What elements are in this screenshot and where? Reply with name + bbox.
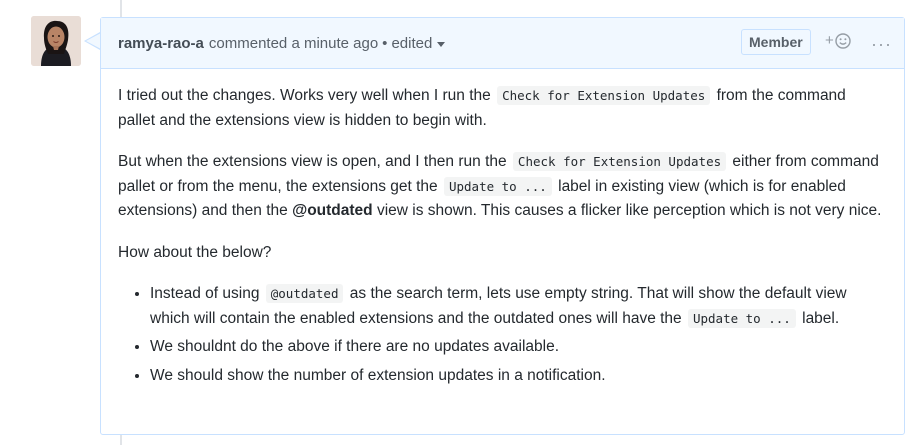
header-separator: • [382,34,388,52]
suggestion-list: Instead of using @outdated as the search… [118,282,887,388]
comment-caret-fill [86,33,101,49]
comment-action: commented [208,34,288,52]
comment-box: ramya-rao-a commented a minute ago • edi… [100,17,905,435]
smiley-icon [835,32,851,49]
edited-dropdown[interactable]: edited [391,34,446,52]
comment-body: I tried out the changes. Works very well… [101,69,904,388]
text: Instead of using [150,285,264,302]
avatar-photo-icon [31,16,81,66]
text: I tried out the changes. Works very well… [118,87,496,104]
author-link[interactable]: ramya-rao-a [118,35,204,52]
more-options-button[interactable]: ··· [871,34,892,55]
inline-code: Check for Extension Updates [497,86,711,105]
inline-code: Update to ... [687,308,796,328]
chevron-down-icon [437,41,446,47]
member-badge: Member [741,29,811,55]
inline-code: Check for Extension Updates [512,152,727,171]
paragraph-3: How about the below? [118,243,272,261]
bold-mention: @outdated [292,202,373,219]
text: label. [797,309,840,327]
author-avatar[interactable] [31,16,81,66]
paragraph-1: I tried out the changes. Works very well… [118,84,887,133]
inline-code: @outdated [265,284,344,303]
inline-code: Update to ... [443,176,552,196]
list-item: We shouldnt do the above if there are no… [150,335,887,360]
list-item: We should show the number of extension u… [150,364,887,389]
comment-header: ramya-rao-a commented a minute ago • edi… [101,18,904,69]
plus-label: + [825,32,834,49]
edited-label: edited [391,34,433,52]
paragraph-2: But when the extensions view is open, an… [118,150,887,224]
text: But when the extensions view is open, an… [118,153,511,170]
list-item: Instead of using @outdated as the search… [150,282,887,331]
comment-timestamp[interactable]: a minute ago [291,35,378,52]
add-reaction-button[interactable]: + [825,32,851,49]
text: view is shown. This causes a flicker lik… [372,202,882,219]
